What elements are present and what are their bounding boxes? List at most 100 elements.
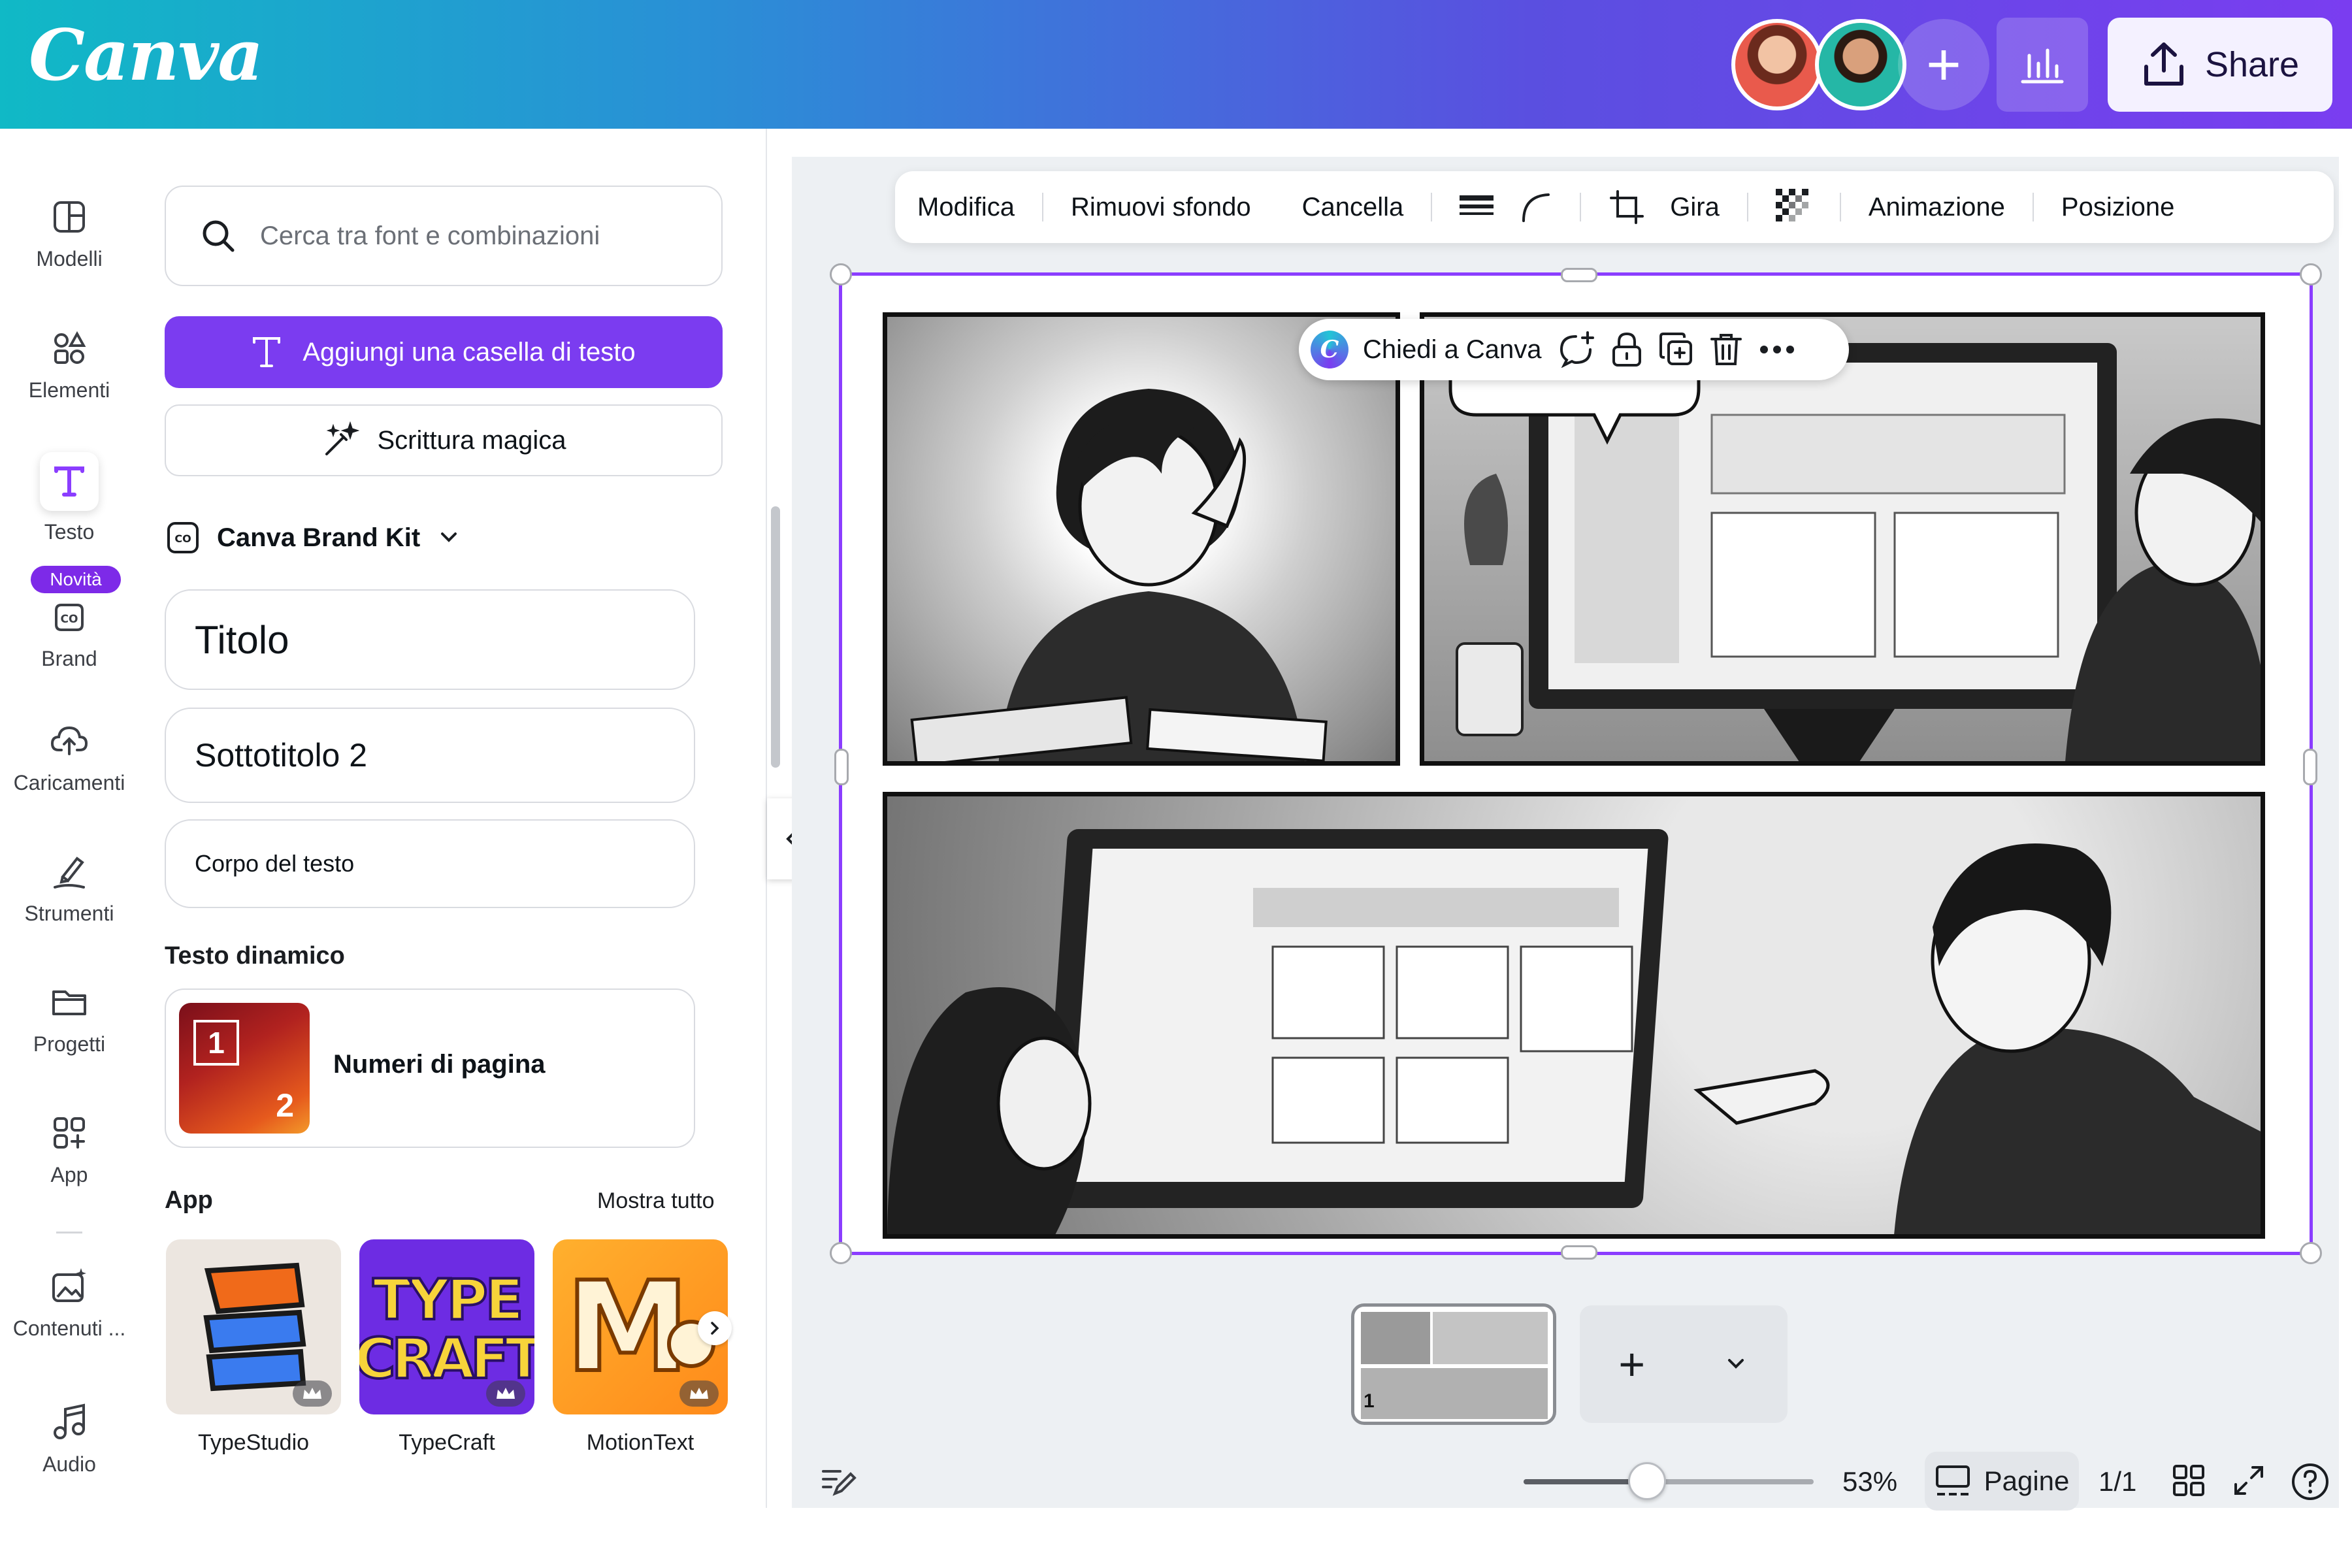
notes-button[interactable]	[821, 1465, 857, 1501]
rail-item-app[interactable]: App	[0, 1112, 139, 1187]
rail-item-elementi[interactable]: Elementi	[0, 327, 139, 402]
crop-icon	[1610, 190, 1644, 224]
app-tile-typestudio[interactable]	[166, 1239, 341, 1414]
pages-view-button[interactable]: Pagine	[1925, 1452, 2079, 1511]
premium-crown-icon	[293, 1380, 332, 1407]
insights-button[interactable]	[1997, 18, 2088, 112]
rail-label: Caricamenti	[13, 771, 125, 794]
page-numbers-label: Numeri di pagina	[333, 1050, 546, 1079]
add-textbox-button[interactable]: Aggiungi una casella di testo	[165, 316, 723, 388]
page-counter: 1/1	[2099, 1466, 2137, 1497]
brand-kit-dropdown[interactable]: CO Canva Brand Kit	[165, 519, 462, 556]
apps-next-button[interactable]	[698, 1311, 732, 1345]
upload-icon	[2144, 42, 2183, 86]
ask-canva-button[interactable]: Chiedi a Canva	[1363, 335, 1542, 365]
zoom-percentage[interactable]: 53%	[1842, 1466, 1897, 1497]
resize-handle-top[interactable]	[1561, 268, 1597, 282]
boy-at-monitor-illustration	[1448, 335, 2261, 761]
rail-item-modelli[interactable]: Modelli	[0, 196, 139, 271]
remove-background-button[interactable]: Rimuovi sfondo	[1071, 193, 1251, 222]
magic-write-button[interactable]: Scrittura magica	[165, 404, 723, 476]
border-style-button[interactable]	[1460, 193, 1494, 221]
share-label: Share	[2204, 45, 2300, 84]
body-style-label: Corpo del testo	[195, 850, 355, 877]
draw-tools-icon	[54, 857, 85, 889]
transparency-button[interactable]	[1775, 189, 1812, 225]
premium-crown-icon	[679, 1380, 719, 1407]
fullscreen-button[interactable]	[2230, 1462, 2267, 1502]
crop-button[interactable]	[1609, 189, 1645, 225]
edit-image-button[interactable]: Modifica	[917, 193, 1015, 222]
resize-handle-bottom-right[interactable]	[2300, 1242, 2322, 1264]
bar-chart-icon	[2021, 48, 2064, 84]
toolbar-separator	[1431, 193, 1433, 221]
resize-handle-bottom[interactable]	[1561, 1245, 1597, 1260]
help-icon	[2292, 1463, 2328, 1500]
more-options-icon[interactable]	[1757, 343, 1797, 356]
see-all-link[interactable]: Mostra tutto	[597, 1188, 715, 1214]
rail-label: Modelli	[36, 247, 103, 270]
collaborator-avatar-1[interactable]	[1731, 19, 1823, 110]
chevron-down-icon	[441, 532, 457, 542]
add-comment-icon[interactable]	[1556, 331, 1595, 368]
add-page-button[interactable]: +	[1618, 1338, 1645, 1390]
subheading-style-card[interactable]: Sottotitolo 2	[165, 708, 695, 803]
trash-icon[interactable]	[1709, 331, 1743, 368]
lock-icon[interactable]	[1610, 331, 1644, 368]
svg-text:CO: CO	[61, 613, 78, 626]
dynamic-text-heading: Testo dinamico	[165, 942, 345, 970]
share-button[interactable]: Share	[2108, 18, 2332, 112]
fullscreen-icon	[2234, 1466, 2263, 1495]
font-search-input[interactable]: Cerca tra font e combinazioni	[165, 186, 723, 286]
page-thumbnail-1[interactable]: 1	[1351, 1303, 1556, 1425]
stressed-student-illustration	[910, 389, 1328, 761]
rail-item-brand[interactable]: CO Brand	[0, 596, 139, 671]
svg-text:TYPE: TYPE	[373, 1267, 521, 1333]
toolbar-separator	[1746, 193, 1748, 221]
rail-item-strumenti[interactable]: Strumenti	[0, 851, 139, 926]
zoom-slider[interactable]	[1524, 1479, 1814, 1484]
flip-button[interactable]: Gira	[1670, 193, 1720, 222]
add-page-group: +	[1580, 1305, 1788, 1423]
app-tile-typecraft[interactable]: TYPE CRAFT	[359, 1239, 534, 1414]
elements-icon	[54, 331, 86, 364]
brand-kit-icon: CO	[167, 522, 199, 553]
grid-view-button[interactable]	[2170, 1462, 2207, 1502]
panel-scrollbar[interactable]	[771, 506, 780, 768]
zoom-slider-thumb[interactable]	[1628, 1462, 1666, 1500]
page-numbers-card[interactable]: 1 2 Numeri di pagina	[165, 988, 695, 1148]
collaborator-avatar-2[interactable]	[1815, 19, 1906, 110]
body-style-card[interactable]: Corpo del testo	[165, 819, 695, 908]
pages-icon	[1935, 1465, 1970, 1495]
search-placeholder: Cerca tra font e combinazioni	[260, 221, 600, 250]
rail-item-progetti[interactable]: Progetti	[0, 981, 139, 1056]
resize-handle-left[interactable]	[834, 749, 849, 785]
erase-button[interactable]: Cancella	[1302, 193, 1404, 222]
page-numbers-thumbnail: 1 2	[179, 1003, 310, 1134]
selected-comic-image[interactable]	[830, 263, 2322, 1264]
heading-style-card[interactable]: Titolo	[165, 589, 695, 690]
rail-item-caricamenti[interactable]: Caricamenti	[0, 720, 139, 795]
text-icon	[253, 337, 281, 367]
resize-handle-bottom-left[interactable]	[830, 1242, 852, 1264]
thumb-panel	[1361, 1312, 1430, 1364]
corner-rounding-button[interactable]	[1520, 191, 1552, 223]
rail-label: Contenuti ...	[12, 1316, 126, 1340]
help-button[interactable]	[2291, 1462, 2330, 1505]
resize-handle-right[interactable]	[2303, 749, 2317, 785]
rail-item-testo[interactable]: Testo	[0, 452, 139, 544]
rail-item-contenuti[interactable]: Contenuti ...	[0, 1266, 139, 1341]
canva-logo[interactable]: Canva	[29, 14, 263, 97]
rail-item-audio[interactable]: Audio	[0, 1401, 139, 1477]
chevron-down-icon[interactable]	[1723, 1351, 1749, 1377]
resize-handle-top-right[interactable]	[2300, 263, 2322, 286]
thumb-panel	[1361, 1368, 1548, 1419]
animate-button[interactable]: Animazione	[1869, 193, 2005, 222]
duplicate-icon[interactable]	[1658, 331, 1695, 368]
rail-label: Progetti	[33, 1032, 106, 1056]
position-button[interactable]: Posizione	[2061, 193, 2174, 222]
context-toolbar: Modifica Rimuovi sfondo Cancella Gira An…	[895, 171, 2334, 243]
rail-label: Strumenti	[24, 902, 114, 925]
add-collaborator-button[interactable]: +	[1898, 19, 1989, 110]
resize-handle-top-left[interactable]	[830, 263, 852, 286]
